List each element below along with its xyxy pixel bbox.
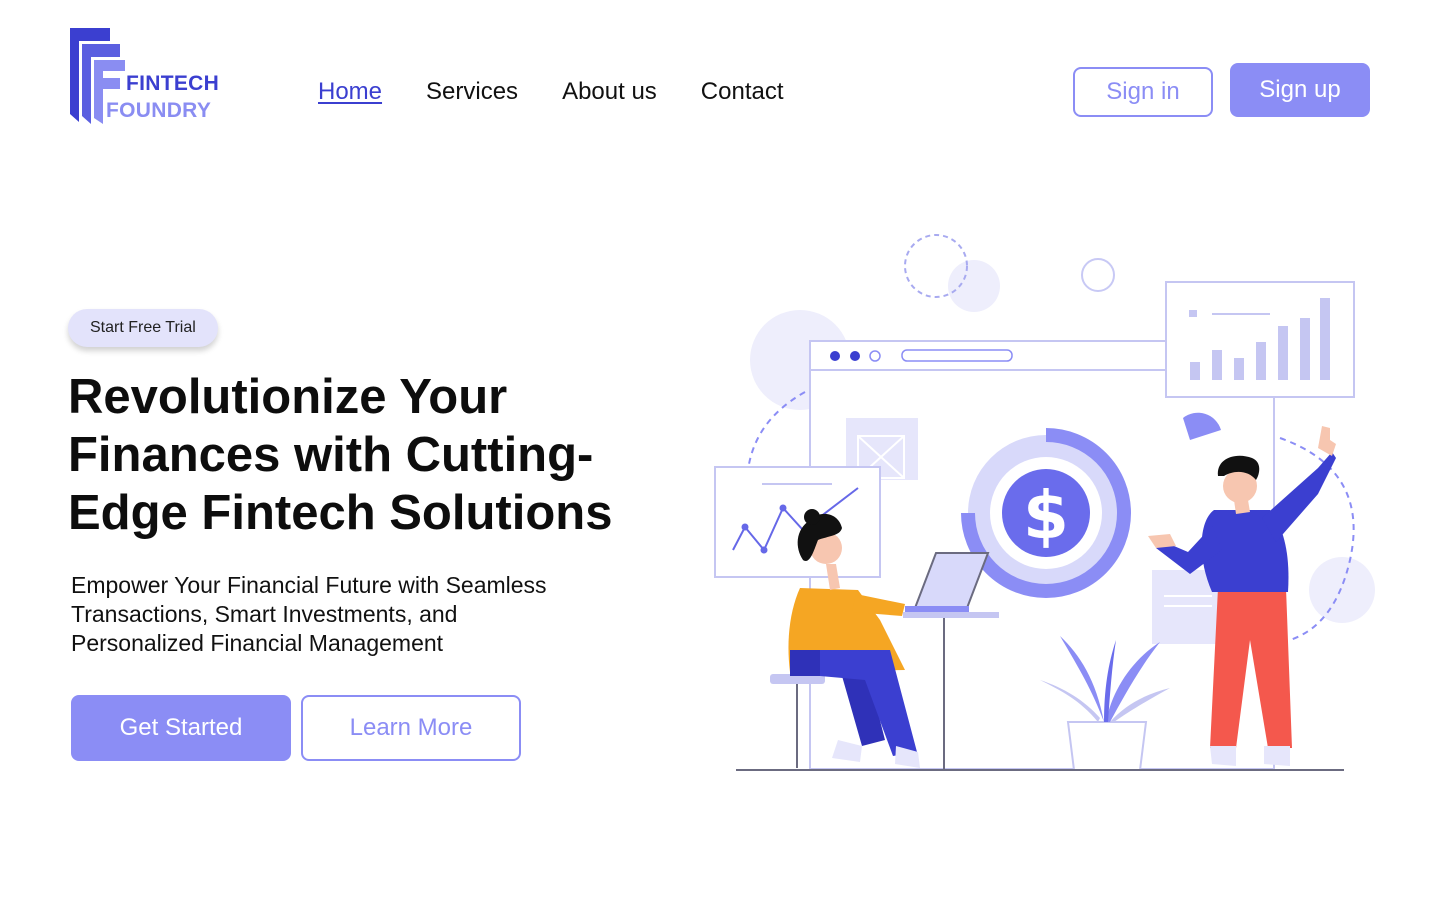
hero-headline: Revolutionize Your Finances with Cutting… xyxy=(68,370,613,540)
nav-services[interactable]: Services xyxy=(426,78,518,106)
hero-illustration: $ xyxy=(700,225,1390,785)
brand-name-line2: FOUNDRY xyxy=(106,99,212,122)
nav-about-us[interactable]: About us xyxy=(562,78,657,106)
sign-up-button[interactable]: Sign up xyxy=(1230,63,1370,117)
get-started-button[interactable]: Get Started xyxy=(71,695,291,761)
start-free-trial-badge[interactable]: Start Free Trial xyxy=(68,309,218,347)
nav-home[interactable]: Home xyxy=(318,78,382,106)
hero-subtext: Empower Your Financial Future with Seaml… xyxy=(71,572,547,656)
svg-text:$: $ xyxy=(1023,477,1069,554)
main-nav: Home Services About us Contact xyxy=(318,78,784,106)
learn-more-button[interactable]: Learn More xyxy=(301,695,521,761)
fintech-team-illustration-icon: $ xyxy=(714,234,1375,771)
sign-in-button[interactable]: Sign in xyxy=(1073,67,1213,117)
brand-logo[interactable]: FINTECH FOUNDRY xyxy=(70,26,230,126)
brand-name-line1: FINTECH xyxy=(126,72,220,95)
nav-contact[interactable]: Contact xyxy=(701,78,784,106)
